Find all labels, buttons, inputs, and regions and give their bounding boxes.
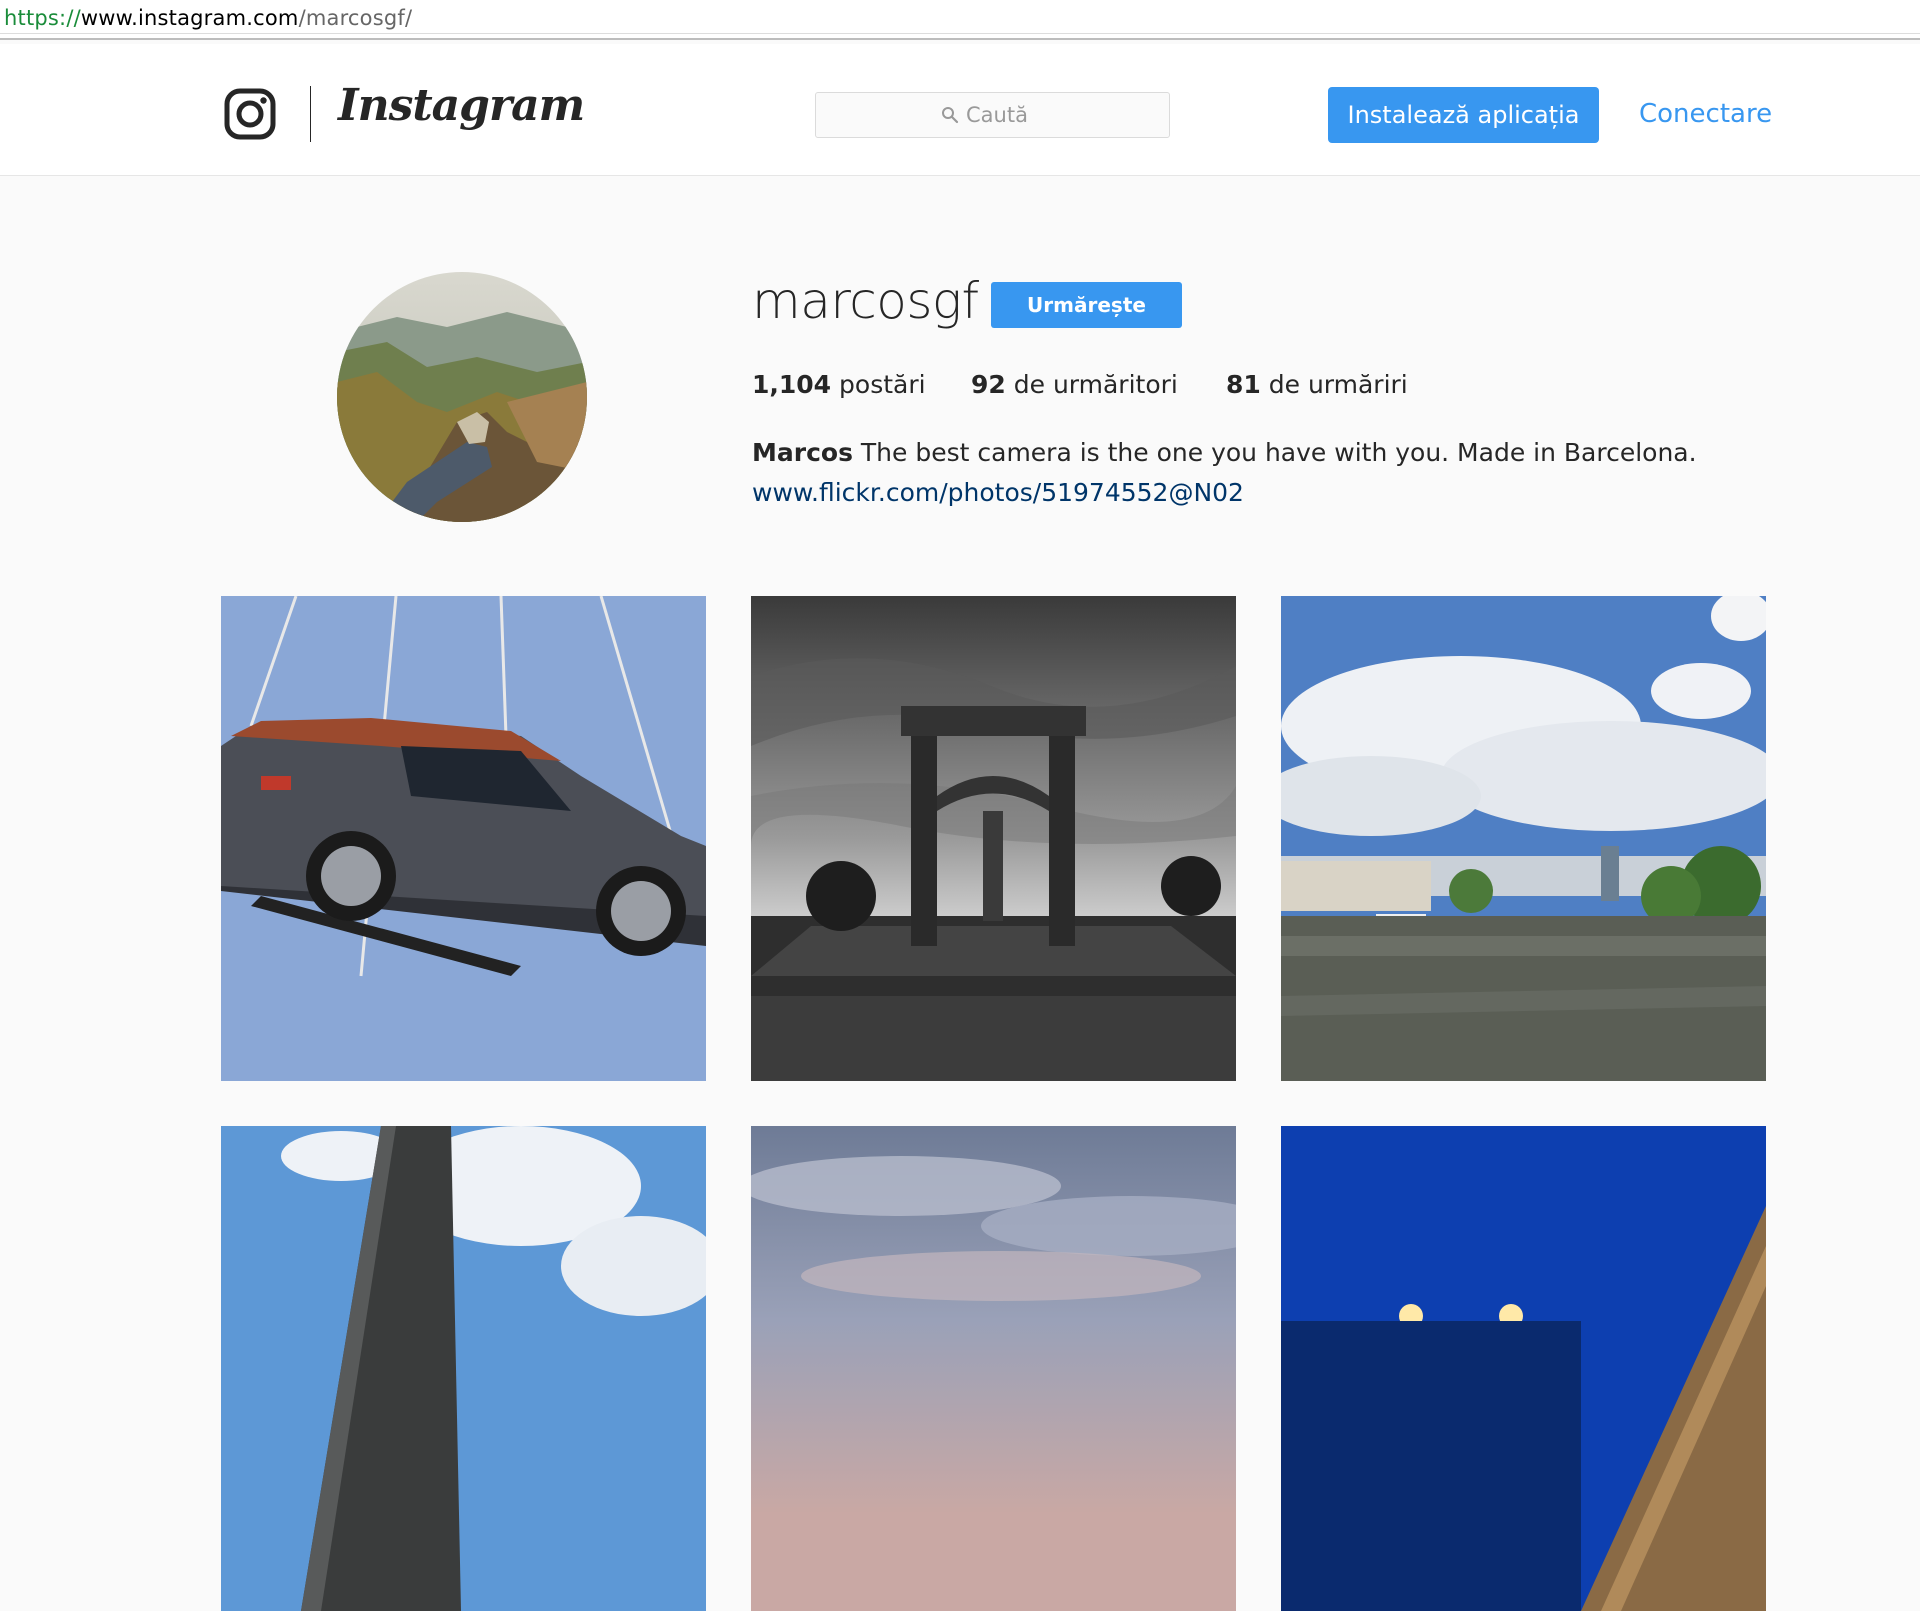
url-host: www.instagram.com [80,6,299,30]
instagram-glyph-icon[interactable] [224,88,276,140]
stat-label: postări [839,370,926,399]
stat-following[interactable]: 81 de urmăriri [1226,370,1408,399]
bio-text: The best camera is the one you have with… [860,438,1697,467]
post-thumbnail[interactable] [221,1126,706,1611]
url-path: /marcosgf/ [298,6,413,30]
top-navigation: Instagram Caută Instalează aplicația Con… [0,44,1920,176]
url-text[interactable]: https://www.instagram.com/marcosgf/ [4,6,412,30]
stat-label: de urmăritori [1013,370,1178,399]
install-app-button[interactable]: Instalează aplicația [1328,87,1599,143]
logo-divider [310,86,311,142]
stat-posts: 1,104 postări [752,370,926,399]
stat-followers[interactable]: 92 de urmăritori [971,370,1178,399]
post-thumbnail[interactable] [1281,596,1766,1081]
post-thumbnail[interactable] [751,1126,1236,1611]
follow-button[interactable]: Urmărește [991,282,1182,328]
bio-link[interactable]: www.flickr.com/photos/51974552@N02 [752,478,1244,507]
search-input[interactable]: Caută [815,92,1170,138]
browser-address-bar[interactable]: https://www.instagram.com/marcosgf/ [0,0,1920,40]
stat-value: 81 [1226,370,1261,399]
profile-bio: Marcos The best camera is the one you ha… [752,438,1697,467]
instagram-wordmark[interactable]: Instagram [338,80,585,131]
stat-value: 1,104 [752,370,832,399]
profile-avatar[interactable] [337,272,587,522]
post-thumbnail[interactable] [1281,1126,1766,1611]
search-icon [942,107,959,124]
divider [0,33,1920,34]
bio-name: Marcos [752,438,853,467]
stat-label: de urmăriri [1268,370,1408,399]
profile-username: marcosgf [752,272,979,330]
login-link[interactable]: Conectare [1639,99,1772,129]
url-scheme: https:// [4,6,81,30]
post-thumbnail[interactable] [751,596,1236,1081]
post-thumbnail[interactable] [221,596,706,1081]
search-placeholder: Caută [966,103,1028,127]
stat-value: 92 [971,370,1006,399]
